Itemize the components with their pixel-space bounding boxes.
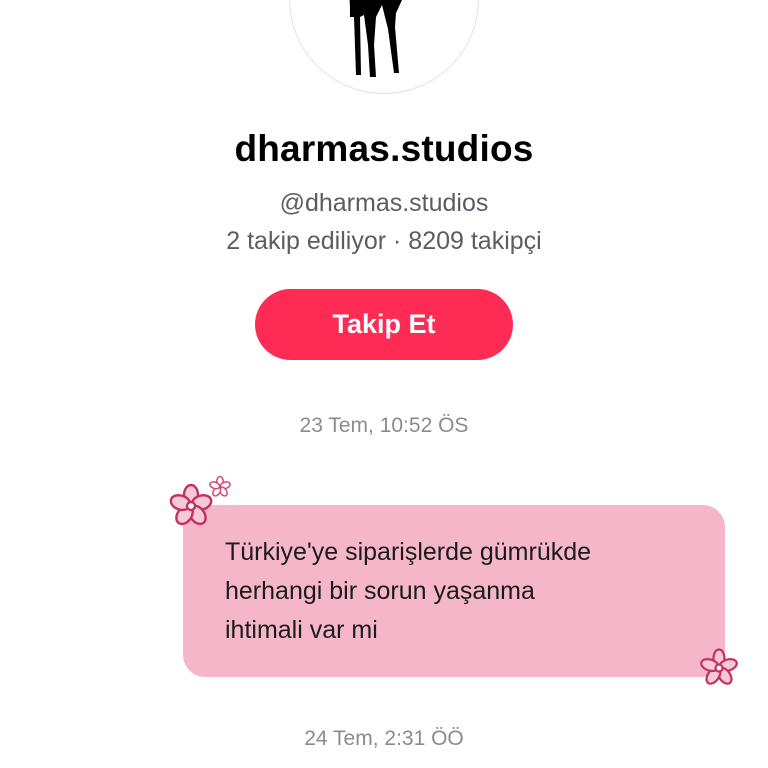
message-bubble[interactable]: Türkiye'ye siparişlerde gümrükde herhang… — [183, 505, 725, 677]
message-text-line: Türkiye'ye siparişlerde gümrükde — [225, 538, 592, 566]
profile-display-name: dharmas.studios — [234, 128, 534, 169]
flower-icon — [209, 475, 231, 497]
message-timestamp: 23 Tem, 10:52 ÖS — [299, 414, 469, 437]
profile-username: @dharmas.studios — [279, 189, 489, 217]
message-text-line: ihtimali var mi — [225, 616, 378, 644]
profile-stats: 2 takip ediliyor · 8209 takipçi — [226, 227, 542, 255]
message-timestamp: 24 Tem, 2:31 ÖÖ — [304, 727, 464, 750]
follow-button[interactable]: Takip Et — [255, 289, 513, 360]
flower-icon — [700, 648, 738, 685]
horse-silhouette-icon — [349, 0, 402, 77]
message-text-line: herhangi bir sorun yaşanma — [225, 577, 535, 605]
avatar[interactable] — [289, 0, 479, 94]
